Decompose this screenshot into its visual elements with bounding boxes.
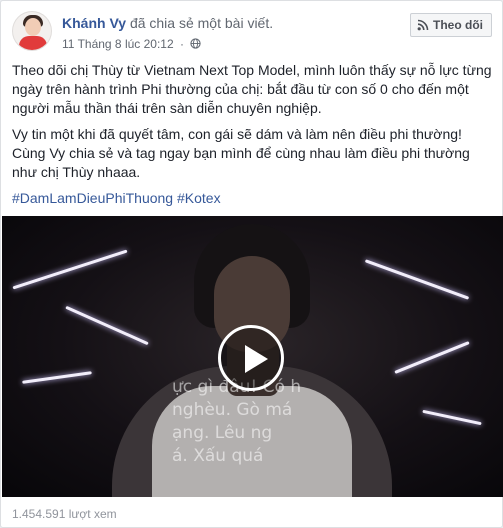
follow-button[interactable]: Theo dõi <box>410 13 492 37</box>
author-line: Khánh Vy đã chia sẻ một bài viết. <box>62 14 273 32</box>
play-button[interactable] <box>218 325 284 391</box>
post-meta: 11 Tháng 8 lúc 20:12 · <box>62 36 201 52</box>
author-name[interactable]: Khánh Vy <box>62 15 126 31</box>
post-timestamp[interactable]: 11 Tháng 8 lúc 20:12 <box>62 37 174 51</box>
avatar-shirt <box>19 36 47 50</box>
play-icon <box>245 345 268 373</box>
globe-icon[interactable] <box>190 38 201 49</box>
view-count: 1.454.591 lượt xem <box>12 507 117 521</box>
post-paragraph-2: Vy tin một khi đã quyết tâm, con gái sẽ … <box>12 126 470 180</box>
post-content: Theo dõi chị Thùy từ Vietnam Next Top Mo… <box>12 61 494 215</box>
meta-separator: · <box>180 37 184 51</box>
share-action-text: đã chia sẻ một bài viết. <box>129 15 274 31</box>
avatar[interactable] <box>12 11 52 51</box>
post-header: Khánh Vy đã chia sẻ một bài viết. 11 Thá… <box>12 11 492 53</box>
rss-icon <box>417 19 429 31</box>
post-card: Khánh Vy đã chia sẻ một bài viết. 11 Thá… <box>0 0 503 528</box>
follow-label: Theo dõi <box>433 18 483 32</box>
avatar-face <box>25 18 41 36</box>
post-paragraph-1: Theo dõi chị Thùy từ Vietnam Next Top Mo… <box>12 62 492 116</box>
hashtag-links[interactable]: #DamLamDieuPhiThuong #Kotex <box>12 189 494 208</box>
video-player[interactable]: ực gì đâu! Có h nghèu. Gò má ạng. Lêu ng… <box>2 216 503 497</box>
